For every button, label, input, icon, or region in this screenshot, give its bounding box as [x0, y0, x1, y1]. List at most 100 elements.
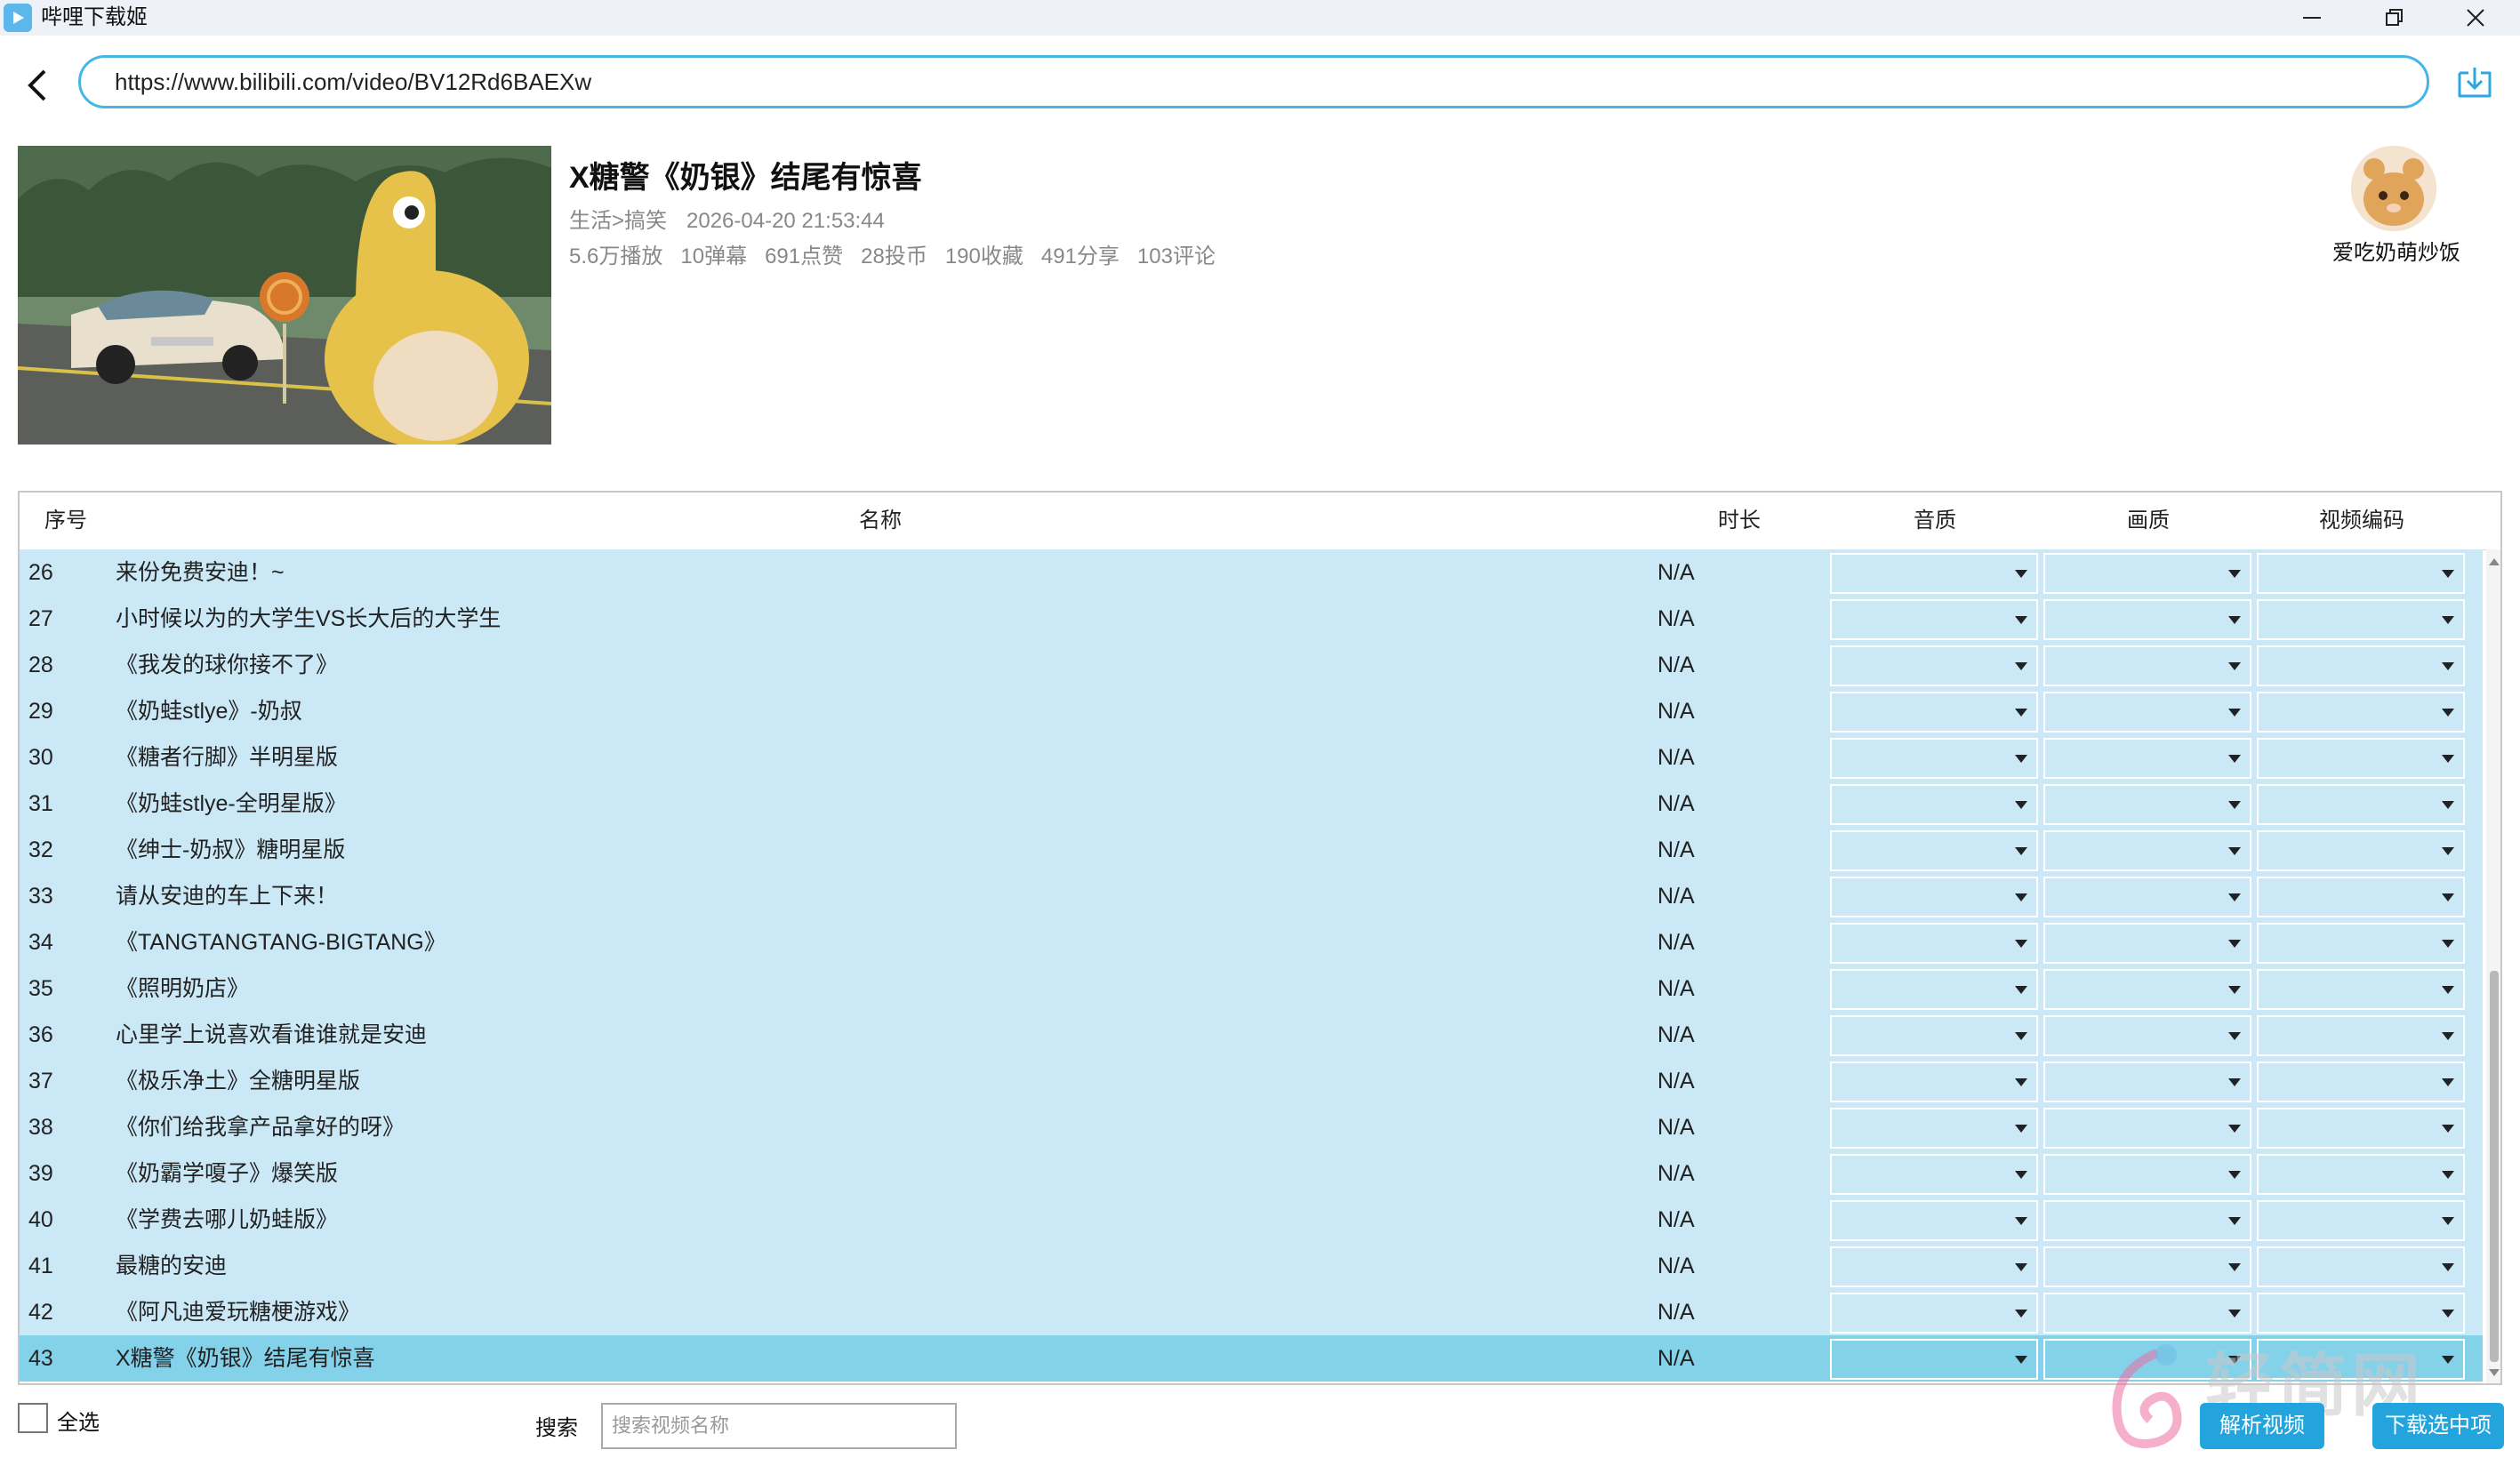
video-codec-select[interactable]: [2257, 553, 2465, 594]
video-codec-select[interactable]: [2257, 1015, 2465, 1056]
maximize-button[interactable]: [2358, 0, 2429, 36]
video-codec-select[interactable]: [2257, 1154, 2465, 1195]
video-quality-select[interactable]: [2043, 738, 2251, 779]
download-manager-button[interactable]: [2452, 60, 2497, 105]
scroll-up-icon[interactable]: [2489, 558, 2500, 565]
table-row[interactable]: 29 《奶蛙stlye》-奶叔 N/A: [20, 688, 2483, 734]
uploader-name[interactable]: 爱吃奶萌炒饭: [2312, 235, 2481, 266]
row-name: 《学费去哪儿奶蛙版》: [116, 1207, 339, 1232]
video-codec-select[interactable]: [2257, 784, 2465, 825]
table-row[interactable]: 30 《糖者行脚》半明星版 N/A: [20, 734, 2483, 781]
url-input[interactable]: [78, 55, 2429, 108]
search-input[interactable]: [601, 1403, 957, 1449]
video-quality-select[interactable]: [2043, 969, 2251, 1010]
download-selected-button[interactable]: 下载选中项: [2372, 1403, 2504, 1449]
video-quality-select[interactable]: [2043, 1246, 2251, 1287]
video-quality-select[interactable]: [2043, 784, 2251, 825]
audio-quality-select[interactable]: [1830, 1293, 2038, 1334]
scrollbar-thumb[interactable]: [2490, 971, 2499, 1362]
video-codec-select[interactable]: [2257, 969, 2465, 1010]
table-row[interactable]: 36 心里学上说喜欢看谁谁就是安迪 N/A: [20, 1012, 2483, 1058]
video-codec-select[interactable]: [2257, 1246, 2465, 1287]
video-quality-select[interactable]: [2043, 645, 2251, 686]
table-scrollbar[interactable]: [2486, 549, 2500, 1383]
video-quality-select[interactable]: [2043, 1108, 2251, 1149]
video-codec-select[interactable]: [2257, 830, 2465, 871]
audio-quality-select[interactable]: [1830, 1339, 2038, 1380]
stat-comments: 103评论: [1136, 244, 1216, 268]
close-button[interactable]: [2440, 0, 2511, 36]
audio-quality-select[interactable]: [1830, 969, 2038, 1010]
video-codec-select[interactable]: [2257, 599, 2465, 640]
select-all-label[interactable]: 全选: [57, 1405, 100, 1436]
video-codec-select[interactable]: [2257, 738, 2465, 779]
minimize-button[interactable]: [2276, 0, 2347, 36]
audio-quality-select[interactable]: [1830, 1246, 2038, 1287]
video-codec-select[interactable]: [2257, 645, 2465, 686]
header-name[interactable]: 名称: [859, 493, 902, 549]
table-row[interactable]: 38 《你们给我拿产品拿好的呀》 N/A: [20, 1104, 2483, 1150]
video-quality-select[interactable]: [2043, 923, 2251, 964]
table-row[interactable]: 33 请从安迪的车上下来！ N/A: [20, 873, 2483, 919]
video-quality-select[interactable]: [2043, 1200, 2251, 1241]
audio-quality-select[interactable]: [1830, 784, 2038, 825]
table-row[interactable]: 35 《照明奶店》 N/A: [20, 965, 2483, 1012]
back-button[interactable]: [20, 60, 55, 108]
video-quality-select[interactable]: [2043, 692, 2251, 733]
audio-quality-select[interactable]: [1830, 830, 2038, 871]
audio-quality-select[interactable]: [1830, 1200, 2038, 1241]
video-codec-select[interactable]: [2257, 1061, 2465, 1102]
video-quality-select[interactable]: [2043, 553, 2251, 594]
table-row[interactable]: 42 《阿凡迪爱玩糖梗游戏》 N/A: [20, 1289, 2483, 1335]
table-row[interactable]: 27 小时候以为的大学生VS长大后的大学生 N/A: [20, 596, 2483, 642]
audio-quality-select[interactable]: [1830, 1015, 2038, 1056]
header-video-codec[interactable]: 视频编码: [2319, 493, 2404, 549]
audio-quality-select[interactable]: [1830, 599, 2038, 640]
uploader-avatar[interactable]: [2351, 146, 2436, 231]
audio-quality-select[interactable]: [1830, 1154, 2038, 1195]
video-quality-select[interactable]: [2043, 1154, 2251, 1195]
row-index: 33: [28, 884, 53, 909]
video-codec-select[interactable]: [2257, 877, 2465, 917]
select-all-checkbox[interactable]: [18, 1403, 48, 1433]
audio-quality-select[interactable]: [1830, 738, 2038, 779]
chevron-down-icon: [2015, 940, 2027, 948]
video-quality-select[interactable]: [2043, 1061, 2251, 1102]
audio-quality-select[interactable]: [1830, 553, 2038, 594]
table-row[interactable]: 41 最糖的安迪 N/A: [20, 1243, 2483, 1289]
audio-quality-select[interactable]: [1830, 645, 2038, 686]
header-index[interactable]: 序号: [44, 493, 87, 549]
table-row[interactable]: 31 《奶蛙stlye-全明星版》 N/A: [20, 781, 2483, 827]
row-name: 《我发的球你接不了》: [116, 653, 339, 677]
video-quality-select[interactable]: [2043, 599, 2251, 640]
table-row[interactable]: 28 《我发的球你接不了》 N/A: [20, 642, 2483, 688]
row-index: 34: [28, 930, 53, 955]
table-row[interactable]: 37 《极乐净土》全糖明星版 N/A: [20, 1058, 2483, 1104]
parse-video-button[interactable]: 解析视频: [2200, 1403, 2324, 1449]
header-duration[interactable]: 时长: [1718, 493, 1761, 549]
table-row[interactable]: 32 《绅士-奶叔》糖明星版 N/A: [20, 827, 2483, 873]
video-quality-select[interactable]: [2043, 1293, 2251, 1334]
video-quality-select[interactable]: [2043, 830, 2251, 871]
header-audio-quality[interactable]: 音质: [1914, 493, 1956, 549]
table-row[interactable]: 26 来份免费安迪！~ N/A: [20, 549, 2483, 596]
audio-quality-select[interactable]: [1830, 923, 2038, 964]
video-codec-select[interactable]: [2257, 1293, 2465, 1334]
table-header: 序号 名称 时长 音质 画质 视频编码: [20, 493, 2500, 550]
video-codec-select[interactable]: [2257, 1108, 2465, 1149]
video-quality-select[interactable]: [2043, 877, 2251, 917]
audio-quality-select[interactable]: [1830, 877, 2038, 917]
scroll-down-icon[interactable]: [2489, 1369, 2500, 1376]
table-row[interactable]: 39 《奶霸学嗄子》爆笑版 N/A: [20, 1150, 2483, 1197]
table-row[interactable]: 34 《TANGTANGTANG-BIGTANG》 N/A: [20, 919, 2483, 965]
header-video-quality[interactable]: 画质: [2127, 493, 2170, 549]
audio-quality-select[interactable]: [1830, 692, 2038, 733]
table-row[interactable]: 40 《学费去哪儿奶蛙版》 N/A: [20, 1197, 2483, 1243]
audio-quality-select[interactable]: [1830, 1108, 2038, 1149]
video-codec-select[interactable]: [2257, 692, 2465, 733]
video-codec-select[interactable]: [2257, 923, 2465, 964]
audio-quality-select[interactable]: [1830, 1061, 2038, 1102]
video-codec-select[interactable]: [2257, 1200, 2465, 1241]
row-name: 《TANGTANGTANG-BIGTANG》: [116, 930, 446, 955]
video-quality-select[interactable]: [2043, 1015, 2251, 1056]
